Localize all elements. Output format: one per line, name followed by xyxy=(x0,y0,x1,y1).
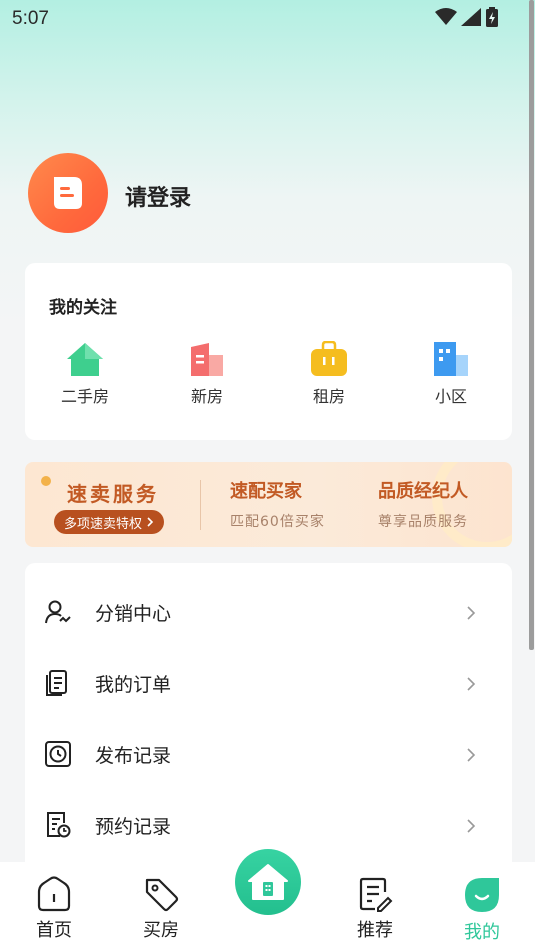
wifi-icon xyxy=(435,8,457,25)
recommend-icon xyxy=(359,877,393,912)
home-tab-icon xyxy=(37,876,71,912)
avatar[interactable] xyxy=(28,153,108,233)
house-icon xyxy=(67,343,103,376)
follow-item-community[interactable]: 小区 xyxy=(411,341,491,407)
center-house-button[interactable] xyxy=(223,837,313,927)
chevron-right-icon xyxy=(147,517,154,527)
quick-sell-title: 速卖服务 xyxy=(67,482,159,506)
menu-item-my-orders[interactable]: 我的订单 xyxy=(25,648,512,719)
user-share-icon xyxy=(45,600,71,624)
community-icon xyxy=(434,342,468,376)
menu-label: 分销中心 xyxy=(95,603,172,625)
tab-label: 推荐 xyxy=(357,920,393,941)
my-follow-card: 我的关注 二手房 新房 租房 小区 xyxy=(25,263,512,440)
privilege-label: 多项速卖特权 xyxy=(64,516,143,532)
follow-item-rent[interactable]: 租房 xyxy=(289,341,369,407)
follow-item-second-hand[interactable]: 二手房 xyxy=(45,341,125,407)
status-icons xyxy=(435,7,499,27)
menu-label: 我的订单 xyxy=(95,674,172,696)
follow-title: 我的关注 xyxy=(49,298,117,318)
tab-home[interactable]: 首页 xyxy=(19,876,89,942)
quality-agent-title: 品质经纪人 xyxy=(378,481,468,502)
chevron-right-icon xyxy=(467,676,476,691)
clock-record-icon xyxy=(45,741,71,767)
menu-card: 分销中心 我的订单 发布记录 预约记录 xyxy=(25,563,512,883)
tab-label: 买房 xyxy=(143,920,179,941)
menu-label: 预约记录 xyxy=(95,816,172,838)
center-button-inner xyxy=(235,849,301,915)
tab-mine[interactable]: 我的 xyxy=(447,876,517,944)
menu-item-distribution[interactable]: 分销中心 xyxy=(25,577,512,648)
battery-icon xyxy=(486,7,498,27)
status-time: 5:07 xyxy=(12,8,49,29)
chevron-right-icon xyxy=(467,747,476,762)
appointment-icon xyxy=(47,812,71,838)
follow-item-label: 二手房 xyxy=(60,387,109,406)
tab-buy-house[interactable]: 买房 xyxy=(126,876,196,942)
match-buyer-title: 速配买家 xyxy=(230,481,302,502)
tag-icon xyxy=(145,878,179,912)
order-list-icon xyxy=(46,670,67,696)
banner-dot-icon xyxy=(41,476,51,486)
chevron-right-icon xyxy=(467,605,476,620)
scrollbar[interactable] xyxy=(529,0,534,650)
menu-label: 发布记录 xyxy=(95,745,172,767)
follow-item-new-house[interactable]: 新房 xyxy=(167,341,247,407)
match-buyer-subtitle: 匹配60倍买家 xyxy=(230,514,325,530)
user-logo-icon xyxy=(54,177,82,209)
signal-icon xyxy=(461,8,481,26)
chevron-right-icon xyxy=(467,818,476,833)
suitcase-icon xyxy=(311,341,347,376)
building-icon xyxy=(191,343,223,376)
follow-item-label: 小区 xyxy=(434,387,467,406)
quick-sell-privilege-button[interactable]: 多项速卖特权 xyxy=(54,510,165,534)
tab-label: 首页 xyxy=(36,920,72,941)
status-bar: 5:07 xyxy=(0,0,535,36)
smile-icon xyxy=(465,878,499,912)
quality-agent-subtitle: 尊享品质服务 xyxy=(378,514,468,530)
quick-sell-banner[interactable]: 速卖服务 多项速卖特权 速配买家 匹配60倍买家 品质经纪人 尊享品质服务 xyxy=(25,462,512,547)
follow-item-label: 租房 xyxy=(312,387,345,406)
menu-item-publish-records[interactable]: 发布记录 xyxy=(25,719,512,790)
login-link[interactable]: 请登录 xyxy=(125,180,191,212)
banner-decoration xyxy=(432,462,512,547)
house-center-icon xyxy=(248,864,288,900)
follow-item-label: 新房 xyxy=(190,387,223,406)
banner-divider xyxy=(200,480,201,530)
tab-label: 我的 xyxy=(464,922,500,943)
tab-recommend[interactable]: 推荐 xyxy=(340,876,410,942)
